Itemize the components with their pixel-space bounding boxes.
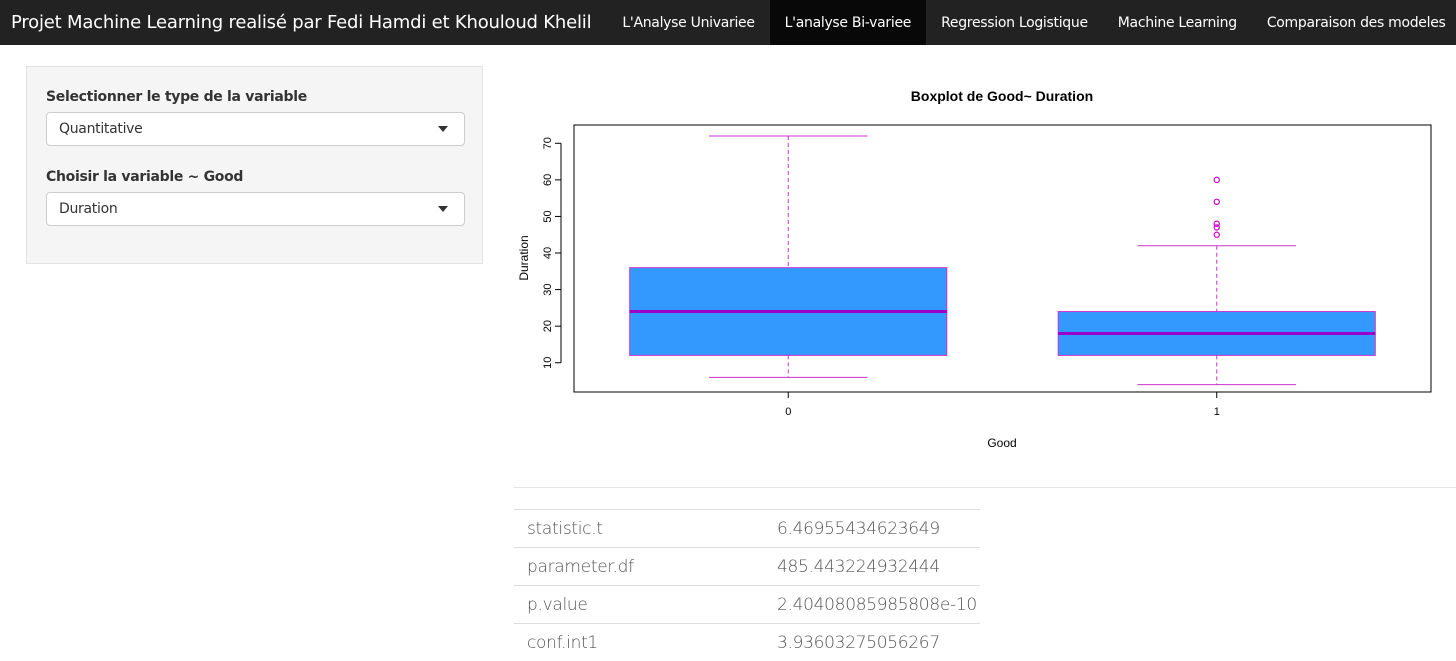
stat-name: conf.int1 <box>514 624 777 661</box>
stat-name: parameter.df <box>514 548 777 586</box>
divider <box>514 487 1456 488</box>
variable-type-label: Selectionner le type de la variable <box>46 89 307 105</box>
variable-choice-label: Choisir la variable ~ Good <box>46 169 243 185</box>
stat-name: p.value <box>514 586 777 624</box>
nav-tabs: L'Analyse Univariee L'analyse Bi-variee … <box>607 0 1456 45</box>
y-tick-label: 40 <box>542 247 554 259</box>
x-axis-label: Good <box>987 436 1016 450</box>
chevron-down-icon <box>438 206 448 212</box>
y-tick-label: 70 <box>542 137 554 149</box>
sidebar-panel: Selectionner le type de la variable Quan… <box>26 66 483 264</box>
ttest-results-table: statistic.t 6.46955434623649 parameter.d… <box>514 509 980 661</box>
y-tick-label: 60 <box>542 174 554 186</box>
chart-title: Boxplot de Good~ Duration <box>911 88 1093 104</box>
x-tick-label: 1 <box>1214 406 1220 418</box>
stat-value: 6.46955434623649 <box>777 510 980 548</box>
y-axis-label: Duration <box>517 235 531 280</box>
chevron-down-icon <box>438 126 448 132</box>
y-tick-label: 30 <box>542 283 554 295</box>
stat-value: 3.93603275056267 <box>777 624 980 661</box>
outlier-point <box>1214 232 1219 237</box>
variable-choice-select[interactable]: Duration <box>46 192 465 226</box>
table-row: conf.int1 3.93603275056267 <box>514 624 980 661</box>
tab-analyse-univariee[interactable]: L'Analyse Univariee <box>607 0 769 45</box>
variable-type-value: Quantitative <box>59 121 142 137</box>
stat-value: 2.40408085985808e-10 <box>777 586 980 624</box>
tab-regression-logistique[interactable]: Regression Logistique <box>926 0 1103 45</box>
outlier-point <box>1214 177 1219 182</box>
table-row: parameter.df 485.443224932444 <box>514 548 980 586</box>
variable-choice-value: Duration <box>59 201 117 217</box>
outlier-point <box>1214 199 1219 204</box>
table-row: p.value 2.40408085985808e-10 <box>514 586 980 624</box>
y-tick-label: 10 <box>542 357 554 369</box>
stat-value: 485.443224932444 <box>777 548 980 586</box>
tab-machine-learning[interactable]: Machine Learning <box>1103 0 1252 45</box>
outlier-point <box>1214 221 1219 226</box>
y-tick-label: 50 <box>542 210 554 222</box>
variable-type-select[interactable]: Quantitative <box>46 112 465 146</box>
boxplot-chart: Boxplot de Good~ Duration Good Duration … <box>514 66 1456 466</box>
x-tick-label: 0 <box>785 406 791 418</box>
tab-analyse-bivariee[interactable]: L'analyse Bi-variee <box>770 0 926 45</box>
y-tick-label: 20 <box>542 320 554 332</box>
table-row: statistic.t 6.46955434623649 <box>514 510 980 548</box>
app-title: Projet Machine Learning realisé par Fedi… <box>0 0 606 45</box>
stat-name: statistic.t <box>514 510 777 548</box>
navbar: Projet Machine Learning realisé par Fedi… <box>0 0 1456 45</box>
tab-comparaison-modeles[interactable]: Comparaison des modeles <box>1252 0 1456 45</box>
